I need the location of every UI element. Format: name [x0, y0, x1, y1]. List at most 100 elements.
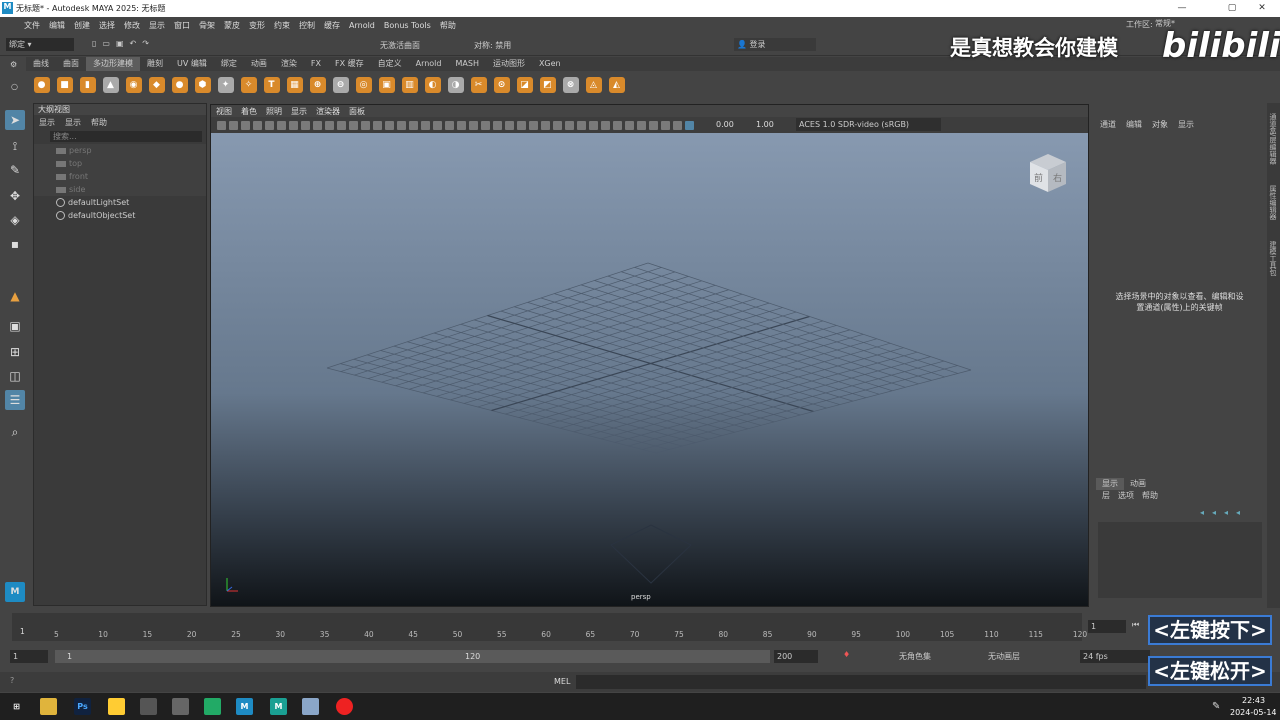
- layer-list[interactable]: [1098, 522, 1262, 598]
- viewport-tool-icon[interactable]: [589, 120, 598, 130]
- menu-item[interactable]: 修改: [124, 20, 140, 31]
- mirror-icon[interactable]: ◩: [539, 76, 556, 93]
- viewport-tool-icon[interactable]: [397, 120, 406, 130]
- layer-menu-item[interactable]: 帮助: [1142, 490, 1158, 502]
- viewport-tool-icon[interactable]: [229, 120, 238, 130]
- viewport-tool-icon[interactable]: [541, 120, 550, 130]
- poly-plane-icon[interactable]: ◆: [148, 76, 165, 93]
- exposure-value[interactable]: 0.00: [716, 120, 734, 129]
- viewport-tool-icon[interactable]: [505, 120, 514, 130]
- start-frame-field[interactable]: 1: [10, 650, 48, 663]
- four-view-icon[interactable]: ⊞: [5, 342, 25, 362]
- viewport-tool-icon[interactable]: [325, 120, 334, 130]
- gamma-value[interactable]: 1.00: [756, 120, 774, 129]
- super-shape-icon[interactable]: ✧: [240, 76, 257, 93]
- extrude-icon[interactable]: ▣: [378, 76, 395, 93]
- shelf-options-circle-icon[interactable]: ○: [11, 82, 18, 91]
- command-input[interactable]: [576, 675, 1146, 689]
- viewport-tool-icon[interactable]: [337, 120, 346, 130]
- poly-cube-icon[interactable]: ■: [56, 76, 73, 93]
- insert-edge-loop-icon[interactable]: ◑: [447, 76, 464, 93]
- outliner-layout-icon[interactable]: ☰: [5, 390, 25, 410]
- undo-icon[interactable]: ↶: [130, 39, 137, 48]
- rotate-tool-icon[interactable]: ◈: [5, 210, 25, 230]
- channel-menu-item[interactable]: 通道: [1100, 119, 1116, 130]
- viewport-menu-item[interactable]: 着色: [241, 106, 257, 117]
- viewport-tool-icon[interactable]: [361, 120, 370, 130]
- maximize-button[interactable]: ▢: [1218, 0, 1246, 17]
- viewport-tool-icon[interactable]: [301, 120, 310, 130]
- shelf-tab[interactable]: 动画: [244, 57, 274, 71]
- shelf-tab[interactable]: FX 缓存: [328, 57, 371, 71]
- menu-item[interactable]: 帮助: [440, 20, 456, 31]
- shelf-tab[interactable]: XGen: [532, 57, 568, 71]
- shelf-tab[interactable]: 运动图形: [486, 57, 532, 71]
- live-surface-label[interactable]: 无激活曲面: [380, 40, 420, 51]
- viewport-tool-icon[interactable]: [553, 120, 562, 130]
- separate-icon[interactable]: ⊖: [332, 76, 349, 93]
- save-scene-icon[interactable]: ▣: [116, 39, 124, 48]
- viewport-tool-icon[interactable]: [217, 120, 226, 130]
- menu-item[interactable]: 约束: [274, 20, 290, 31]
- viewport-tool-icon[interactable]: [613, 120, 622, 130]
- range-bar[interactable]: 1 120: [55, 650, 770, 663]
- viewport-tool-icon[interactable]: [253, 120, 262, 130]
- maya-taskbar-icon[interactable]: M: [236, 698, 253, 715]
- viewport-tool-icon[interactable]: [289, 120, 298, 130]
- fps-select[interactable]: 24 fps: [1080, 650, 1150, 663]
- menu-set-select[interactable]: 绑定 ▾: [6, 38, 74, 51]
- shelf-options-icon[interactable]: ⚙: [10, 60, 17, 69]
- help-icon[interactable]: ?: [10, 676, 14, 685]
- shelf-tab[interactable]: 自定义: [371, 57, 409, 71]
- outliner-item[interactable]: front: [34, 170, 206, 183]
- viewport-menu-item[interactable]: 显示: [291, 106, 307, 117]
- viewport-menu-item[interactable]: 面板: [349, 106, 365, 117]
- viewport-tool-icon[interactable]: [445, 120, 454, 130]
- layer-menu-item[interactable]: 层: [1102, 490, 1110, 502]
- search-icon[interactable]: ⌕: [5, 422, 25, 442]
- layer-move-up-icon[interactable]: ◂: [1200, 508, 1204, 517]
- viewport-tool-icon[interactable]: [565, 120, 574, 130]
- move-tool-icon[interactable]: ✥: [5, 186, 25, 206]
- shelf-tab[interactable]: 雕刻: [140, 57, 170, 71]
- poly-torus-icon[interactable]: ◉: [125, 76, 142, 93]
- viewport-menu-item[interactable]: 渲染器: [316, 106, 340, 117]
- menu-item[interactable]: 蒙皮: [224, 20, 240, 31]
- outliner-item[interactable]: top: [34, 157, 206, 170]
- file-explorer-icon[interactable]: [40, 698, 57, 715]
- new-layer-icon[interactable]: ◂: [1224, 508, 1228, 517]
- shelf-tab[interactable]: 绑定: [214, 57, 244, 71]
- outliner-menu-item[interactable]: 帮助: [91, 117, 107, 128]
- login-dropdown[interactable]: 👤 登录: [734, 38, 816, 51]
- viewport-tool-icon[interactable]: [493, 120, 502, 130]
- time-slider[interactable]: 5 10 15 20 25 30 35 40 45 50 55 60 65 70 75 80 85 90 95 100…: [12, 613, 1087, 641]
- viewport-tool-icon[interactable]: [433, 120, 442, 130]
- maya-help-icon[interactable]: M: [5, 582, 25, 602]
- outliner-item[interactable]: defaultObjectSet: [34, 209, 206, 222]
- outliner-item[interactable]: persp: [34, 144, 206, 157]
- menu-item[interactable]: 变形: [249, 20, 265, 31]
- menu-item[interactable]: 窗口: [174, 20, 190, 31]
- minimize-button[interactable]: —: [1168, 0, 1196, 17]
- photoshop-icon[interactable]: Ps: [74, 698, 91, 715]
- menu-item[interactable]: Bonus Tools: [384, 21, 431, 30]
- shelf-tab[interactable]: 渲染: [274, 57, 304, 71]
- viewport-tool-icon[interactable]: [661, 120, 670, 130]
- viewport-tool-icon[interactable]: [409, 120, 418, 130]
- combine-icon[interactable]: ⊕: [309, 76, 326, 93]
- bridge-icon[interactable]: ▥: [401, 76, 418, 93]
- menu-item[interactable]: 创建: [74, 20, 90, 31]
- maya-active-icon[interactable]: M: [270, 698, 287, 715]
- outliner-item[interactable]: side: [34, 183, 206, 196]
- svg-icon[interactable]: ▦: [286, 76, 303, 93]
- close-button[interactable]: ✕: [1248, 0, 1276, 17]
- outliner-menu-item[interactable]: 显示: [39, 117, 55, 128]
- browser-icon[interactable]: [204, 698, 221, 715]
- menu-item[interactable]: 文件: [24, 20, 40, 31]
- single-view-icon[interactable]: ▣: [5, 316, 25, 336]
- boolean-icon[interactable]: ⊗: [562, 76, 579, 93]
- viewport-tool-icon[interactable]: [481, 120, 490, 130]
- current-frame-field[interactable]: 1: [1088, 620, 1126, 633]
- viewport-tool-icon[interactable]: [637, 120, 646, 130]
- end-frame-field[interactable]: 200: [774, 650, 818, 663]
